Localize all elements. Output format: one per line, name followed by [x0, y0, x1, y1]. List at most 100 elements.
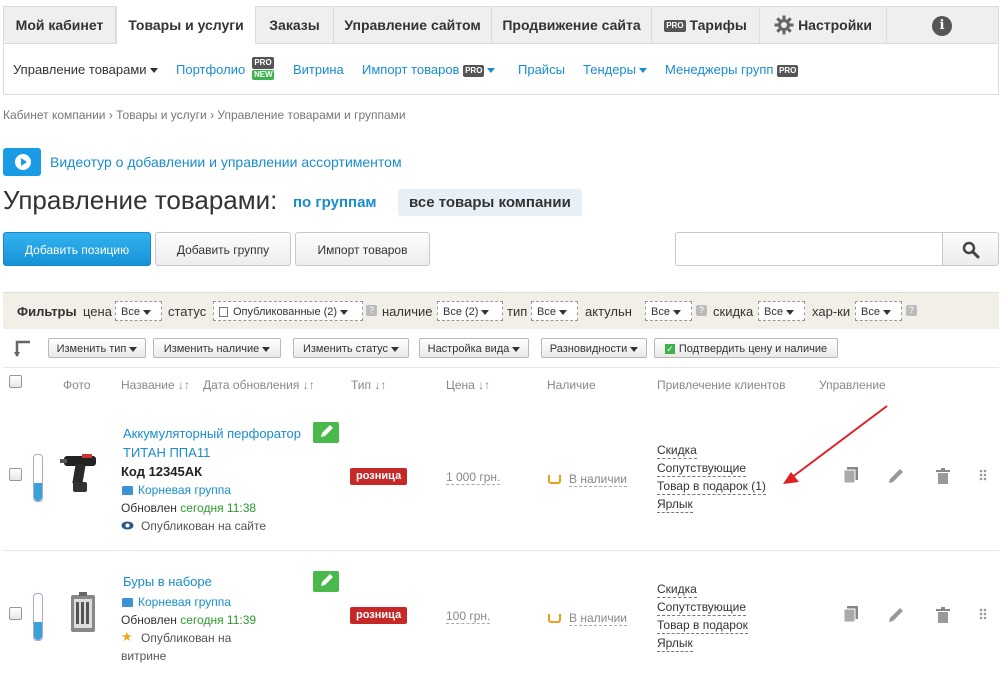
- filter-availability-select[interactable]: Все (2): [437, 301, 503, 321]
- column-name-sort[interactable]: Название ↓↑: [121, 378, 190, 392]
- edit-product-button[interactable]: [313, 571, 339, 592]
- filter-value: Все: [121, 306, 140, 318]
- list-icon: [219, 307, 228, 318]
- product-group-link[interactable]: Корневая группа: [138, 595, 231, 609]
- change-type-button[interactable]: Изменить тип: [48, 338, 146, 358]
- copy-icon[interactable]: [843, 605, 859, 623]
- change-availability-button[interactable]: Изменить наличие: [153, 338, 281, 358]
- subnav-label: Импорт товаров: [362, 62, 460, 77]
- gear-icon: [774, 15, 794, 35]
- filter-actual-select[interactable]: Все: [645, 301, 692, 321]
- star-icon: ★: [121, 629, 133, 644]
- row-checkbox[interactable]: [9, 607, 22, 620]
- subnav-import-products[interactable]: Импорт товаров PRO: [362, 62, 496, 77]
- basket-icon: [548, 475, 561, 484]
- help-icon[interactable]: ?: [696, 305, 707, 316]
- new-badge: NEW: [252, 70, 274, 80]
- page-title: Управление товарами:: [3, 185, 278, 215]
- help-icon[interactable]: ?: [366, 305, 377, 316]
- row-checkbox[interactable]: [9, 468, 22, 481]
- availability-status[interactable]: В наличии: [569, 611, 628, 626]
- subnav-group-managers[interactable]: Менеджеры групп PRO: [665, 62, 799, 77]
- video-tour-link[interactable]: Видеотур о добавлении и управлении ассор…: [50, 154, 402, 170]
- video-play-icon[interactable]: [3, 148, 41, 176]
- add-group-button[interactable]: Добавить группу: [155, 232, 291, 266]
- product-photo[interactable]: [60, 450, 104, 496]
- product-group-link[interactable]: Корневая группа: [138, 483, 231, 497]
- availability-status[interactable]: В наличии: [569, 472, 628, 487]
- publish-status: Опубликован на сайте: [141, 517, 266, 535]
- view-settings-button[interactable]: Настройка вида: [419, 338, 529, 358]
- tab-tariffs[interactable]: PRO Тарифы: [652, 7, 760, 44]
- tab-label: Тарифы: [689, 17, 747, 33]
- tab-orders[interactable]: Заказы: [256, 7, 334, 44]
- chevron-down-icon: [558, 309, 567, 315]
- trash-icon[interactable]: [935, 606, 951, 624]
- basket-icon: [548, 614, 561, 623]
- subnav-tenders[interactable]: Тендеры: [583, 62, 648, 77]
- import-products-button[interactable]: Импорт товаров: [295, 232, 430, 266]
- filter-price-select[interactable]: Все: [115, 301, 162, 321]
- promo-gift[interactable]: Товар в подарок: [657, 618, 748, 634]
- column-updated-sort[interactable]: Дата обновления ↓↑: [203, 378, 315, 392]
- filter-status-select[interactable]: Опубликованные (2): [213, 301, 363, 321]
- promo-related[interactable]: Сопутствующие: [657, 600, 747, 616]
- filter-discount-label: скидка: [713, 304, 754, 319]
- search-button[interactable]: [942, 232, 999, 266]
- type-badge: розница: [350, 607, 408, 624]
- promo-gift[interactable]: Товар в подарок (1): [657, 479, 766, 495]
- tab-my-cabinet[interactable]: Мой кабинет: [4, 7, 116, 44]
- product-code: Код 12345АК: [121, 464, 203, 479]
- tab-products-services[interactable]: Товары и услуги: [116, 6, 256, 46]
- promo-label[interactable]: Ярлык: [657, 636, 693, 652]
- tab-site-management[interactable]: Управление сайтом: [334, 7, 492, 44]
- product-price[interactable]: 100 грн.: [446, 609, 491, 624]
- help-icon[interactable]: ?: [906, 305, 917, 316]
- filter-type-select[interactable]: Все: [531, 301, 578, 321]
- priority-slider[interactable]: [33, 454, 43, 502]
- filter-value: Все (2): [443, 306, 479, 318]
- product-price[interactable]: 1 000 грн.: [446, 470, 501, 485]
- subnav-label: Прайсы: [518, 62, 565, 77]
- tab-label: Товары и услуги: [128, 17, 244, 33]
- tab-site-promotion[interactable]: Продвижение сайта: [492, 7, 652, 44]
- subnav-label: Портфолио: [176, 62, 246, 77]
- type-badge: розница: [350, 468, 408, 485]
- promo-related[interactable]: Сопутствующие: [657, 461, 747, 477]
- info-icon[interactable]: i: [932, 16, 952, 36]
- pencil-icon[interactable]: [887, 606, 905, 624]
- filter-chars-select[interactable]: Все: [855, 301, 902, 321]
- select-all-checkbox[interactable]: [9, 375, 22, 388]
- subnav-showcase[interactable]: Витрина: [293, 62, 344, 77]
- tab-settings[interactable]: Настройки: [760, 7, 887, 44]
- product-name-link[interactable]: Буры в наборе: [123, 572, 212, 591]
- column-price-sort[interactable]: Цена ↓↑: [446, 378, 490, 392]
- column-type-sort[interactable]: Тип ↓↑: [351, 378, 386, 392]
- subnav-price-lists[interactable]: Прайсы: [518, 62, 565, 77]
- edit-product-button[interactable]: [313, 422, 339, 443]
- publish-line: Опубликован на сайте: [141, 519, 266, 533]
- chevron-down-icon: [639, 68, 648, 74]
- select-arrow-icon: [14, 340, 30, 357]
- trash-icon[interactable]: [935, 467, 951, 485]
- priority-slider[interactable]: [33, 593, 43, 641]
- chevron-down-icon: [149, 68, 158, 74]
- view-by-groups-link[interactable]: по группам: [293, 189, 377, 216]
- promo-label[interactable]: Ярлык: [657, 497, 693, 513]
- drag-handle-icon[interactable]: [979, 469, 989, 483]
- promo-discount[interactable]: Скидка: [657, 443, 697, 459]
- subnav-portfolio[interactable]: Портфолио: [176, 62, 245, 77]
- add-position-button[interactable]: Добавить позицию: [3, 232, 151, 266]
- product-photo[interactable]: [70, 592, 96, 634]
- breadcrumb[interactable]: Кабинет компании › Товары и услуги › Упр…: [3, 108, 406, 122]
- drag-handle-icon[interactable]: [979, 608, 989, 622]
- view-all-products-tab[interactable]: все товары компании: [398, 189, 582, 216]
- filter-discount-select[interactable]: Все: [758, 301, 805, 321]
- product-name-link[interactable]: Аккумуляторный перфоратор ТИТАН ППА11: [123, 424, 301, 462]
- confirm-price-availability-button[interactable]: ✓ Подтвердить цену и наличие: [654, 338, 838, 358]
- promo-discount[interactable]: Скидка: [657, 582, 697, 598]
- change-status-button[interactable]: Изменить статус: [293, 338, 409, 358]
- subnav-product-management[interactable]: Управление товарами: [13, 62, 158, 77]
- variants-button[interactable]: Разновидности: [541, 338, 647, 358]
- search-input[interactable]: [675, 232, 943, 266]
